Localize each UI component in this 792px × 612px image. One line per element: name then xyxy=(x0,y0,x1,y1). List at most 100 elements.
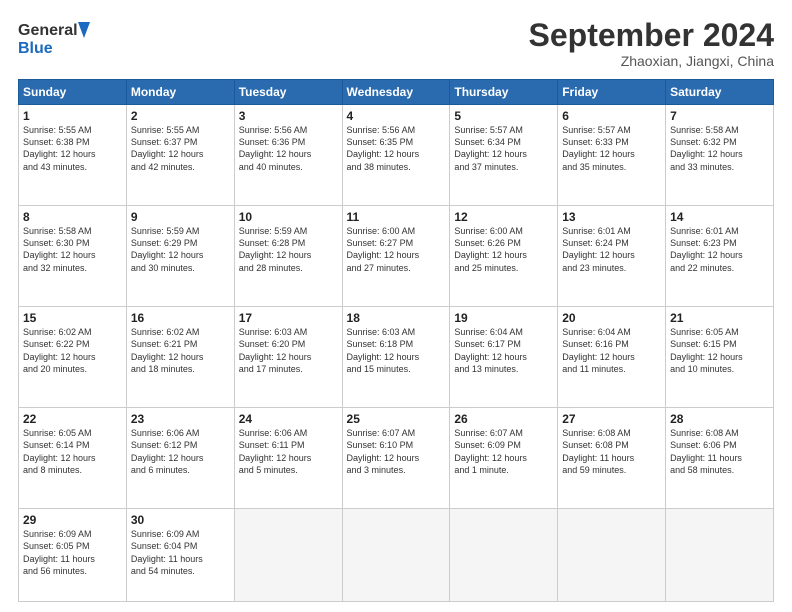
day-info: Sunrise: 6:07 AM Sunset: 6:09 PM Dayligh… xyxy=(454,427,553,476)
location-subtitle: Zhaoxian, Jiangxi, China xyxy=(529,53,774,69)
day-number: 18 xyxy=(347,311,446,325)
day-cell-10: 10Sunrise: 5:59 AM Sunset: 6:28 PM Dayli… xyxy=(234,206,342,307)
weekday-tuesday: Tuesday xyxy=(234,80,342,105)
weekday-friday: Friday xyxy=(558,80,666,105)
day-cell-5: 5Sunrise: 5:57 AM Sunset: 6:34 PM Daylig… xyxy=(450,105,558,206)
day-info: Sunrise: 5:57 AM Sunset: 6:33 PM Dayligh… xyxy=(562,124,661,173)
day-cell-6: 6Sunrise: 5:57 AM Sunset: 6:33 PM Daylig… xyxy=(558,105,666,206)
day-info: Sunrise: 6:09 AM Sunset: 6:05 PM Dayligh… xyxy=(23,528,122,577)
weekday-thursday: Thursday xyxy=(450,80,558,105)
week-row-3: 15Sunrise: 6:02 AM Sunset: 6:22 PM Dayli… xyxy=(19,307,774,408)
day-cell-16: 16Sunrise: 6:02 AM Sunset: 6:21 PM Dayli… xyxy=(126,307,234,408)
day-info: Sunrise: 6:09 AM Sunset: 6:04 PM Dayligh… xyxy=(131,528,230,577)
svg-text:General: General xyxy=(18,22,78,39)
week-row-4: 22Sunrise: 6:05 AM Sunset: 6:14 PM Dayli… xyxy=(19,408,774,509)
day-info: Sunrise: 6:05 AM Sunset: 6:15 PM Dayligh… xyxy=(670,326,769,375)
day-info: Sunrise: 6:01 AM Sunset: 6:24 PM Dayligh… xyxy=(562,225,661,274)
day-cell-8: 8Sunrise: 5:58 AM Sunset: 6:30 PM Daylig… xyxy=(19,206,127,307)
day-info: Sunrise: 5:55 AM Sunset: 6:38 PM Dayligh… xyxy=(23,124,122,173)
header: GeneralBlue September 2024 Zhaoxian, Jia… xyxy=(18,18,774,69)
day-info: Sunrise: 5:57 AM Sunset: 6:34 PM Dayligh… xyxy=(454,124,553,173)
day-cell-15: 15Sunrise: 6:02 AM Sunset: 6:22 PM Dayli… xyxy=(19,307,127,408)
day-number: 5 xyxy=(454,109,553,123)
day-cell-29: 29Sunrise: 6:09 AM Sunset: 6:05 PM Dayli… xyxy=(19,509,127,602)
day-info: Sunrise: 6:00 AM Sunset: 6:26 PM Dayligh… xyxy=(454,225,553,274)
day-number: 24 xyxy=(239,412,338,426)
day-number: 14 xyxy=(670,210,769,224)
day-number: 2 xyxy=(131,109,230,123)
day-info: Sunrise: 6:06 AM Sunset: 6:11 PM Dayligh… xyxy=(239,427,338,476)
day-cell-3: 3Sunrise: 5:56 AM Sunset: 6:36 PM Daylig… xyxy=(234,105,342,206)
page: GeneralBlue September 2024 Zhaoxian, Jia… xyxy=(0,0,792,612)
day-cell-9: 9Sunrise: 5:59 AM Sunset: 6:29 PM Daylig… xyxy=(126,206,234,307)
day-info: Sunrise: 5:58 AM Sunset: 6:30 PM Dayligh… xyxy=(23,225,122,274)
week-row-1: 1Sunrise: 5:55 AM Sunset: 6:38 PM Daylig… xyxy=(19,105,774,206)
logo: GeneralBlue xyxy=(18,18,98,58)
day-number: 13 xyxy=(562,210,661,224)
day-info: Sunrise: 6:08 AM Sunset: 6:08 PM Dayligh… xyxy=(562,427,661,476)
day-cell-11: 11Sunrise: 6:00 AM Sunset: 6:27 PM Dayli… xyxy=(342,206,450,307)
day-number: 30 xyxy=(131,513,230,527)
day-number: 15 xyxy=(23,311,122,325)
day-number: 25 xyxy=(347,412,446,426)
weekday-monday: Monday xyxy=(126,80,234,105)
day-cell-22: 22Sunrise: 6:05 AM Sunset: 6:14 PM Dayli… xyxy=(19,408,127,509)
svg-text:Blue: Blue xyxy=(18,40,53,57)
day-info: Sunrise: 6:03 AM Sunset: 6:20 PM Dayligh… xyxy=(239,326,338,375)
month-title: September 2024 xyxy=(529,18,774,53)
day-info: Sunrise: 6:07 AM Sunset: 6:10 PM Dayligh… xyxy=(347,427,446,476)
day-number: 16 xyxy=(131,311,230,325)
day-number: 1 xyxy=(23,109,122,123)
day-info: Sunrise: 6:06 AM Sunset: 6:12 PM Dayligh… xyxy=(131,427,230,476)
day-info: Sunrise: 6:04 AM Sunset: 6:16 PM Dayligh… xyxy=(562,326,661,375)
day-number: 6 xyxy=(562,109,661,123)
day-cell-28: 28Sunrise: 6:08 AM Sunset: 6:06 PM Dayli… xyxy=(666,408,774,509)
day-info: Sunrise: 6:05 AM Sunset: 6:14 PM Dayligh… xyxy=(23,427,122,476)
day-info: Sunrise: 6:04 AM Sunset: 6:17 PM Dayligh… xyxy=(454,326,553,375)
day-cell-12: 12Sunrise: 6:00 AM Sunset: 6:26 PM Dayli… xyxy=(450,206,558,307)
empty-cell xyxy=(666,509,774,602)
weekday-saturday: Saturday xyxy=(666,80,774,105)
day-cell-13: 13Sunrise: 6:01 AM Sunset: 6:24 PM Dayli… xyxy=(558,206,666,307)
day-info: Sunrise: 5:59 AM Sunset: 6:28 PM Dayligh… xyxy=(239,225,338,274)
day-number: 23 xyxy=(131,412,230,426)
day-cell-1: 1Sunrise: 5:55 AM Sunset: 6:38 PM Daylig… xyxy=(19,105,127,206)
weekday-sunday: Sunday xyxy=(19,80,127,105)
day-info: Sunrise: 6:01 AM Sunset: 6:23 PM Dayligh… xyxy=(670,225,769,274)
day-info: Sunrise: 5:59 AM Sunset: 6:29 PM Dayligh… xyxy=(131,225,230,274)
weekday-wednesday: Wednesday xyxy=(342,80,450,105)
empty-cell xyxy=(450,509,558,602)
day-number: 22 xyxy=(23,412,122,426)
day-number: 20 xyxy=(562,311,661,325)
day-cell-20: 20Sunrise: 6:04 AM Sunset: 6:16 PM Dayli… xyxy=(558,307,666,408)
day-number: 17 xyxy=(239,311,338,325)
day-cell-19: 19Sunrise: 6:04 AM Sunset: 6:17 PM Dayli… xyxy=(450,307,558,408)
day-cell-27: 27Sunrise: 6:08 AM Sunset: 6:08 PM Dayli… xyxy=(558,408,666,509)
week-row-5: 29Sunrise: 6:09 AM Sunset: 6:05 PM Dayli… xyxy=(19,509,774,602)
day-number: 4 xyxy=(347,109,446,123)
day-info: Sunrise: 5:55 AM Sunset: 6:37 PM Dayligh… xyxy=(131,124,230,173)
day-info: Sunrise: 5:56 AM Sunset: 6:36 PM Dayligh… xyxy=(239,124,338,173)
day-number: 19 xyxy=(454,311,553,325)
day-info: Sunrise: 6:03 AM Sunset: 6:18 PM Dayligh… xyxy=(347,326,446,375)
day-info: Sunrise: 5:56 AM Sunset: 6:35 PM Dayligh… xyxy=(347,124,446,173)
day-number: 11 xyxy=(347,210,446,224)
empty-cell xyxy=(234,509,342,602)
day-number: 3 xyxy=(239,109,338,123)
calendar-table: SundayMondayTuesdayWednesdayThursdayFrid… xyxy=(18,79,774,602)
day-number: 29 xyxy=(23,513,122,527)
day-number: 8 xyxy=(23,210,122,224)
day-number: 12 xyxy=(454,210,553,224)
day-cell-25: 25Sunrise: 6:07 AM Sunset: 6:10 PM Dayli… xyxy=(342,408,450,509)
day-info: Sunrise: 5:58 AM Sunset: 6:32 PM Dayligh… xyxy=(670,124,769,173)
day-cell-30: 30Sunrise: 6:09 AM Sunset: 6:04 PM Dayli… xyxy=(126,509,234,602)
day-number: 9 xyxy=(131,210,230,224)
day-number: 21 xyxy=(670,311,769,325)
day-info: Sunrise: 6:08 AM Sunset: 6:06 PM Dayligh… xyxy=(670,427,769,476)
day-number: 7 xyxy=(670,109,769,123)
day-info: Sunrise: 6:02 AM Sunset: 6:21 PM Dayligh… xyxy=(131,326,230,375)
day-cell-14: 14Sunrise: 6:01 AM Sunset: 6:23 PM Dayli… xyxy=(666,206,774,307)
day-cell-23: 23Sunrise: 6:06 AM Sunset: 6:12 PM Dayli… xyxy=(126,408,234,509)
day-cell-17: 17Sunrise: 6:03 AM Sunset: 6:20 PM Dayli… xyxy=(234,307,342,408)
day-number: 28 xyxy=(670,412,769,426)
